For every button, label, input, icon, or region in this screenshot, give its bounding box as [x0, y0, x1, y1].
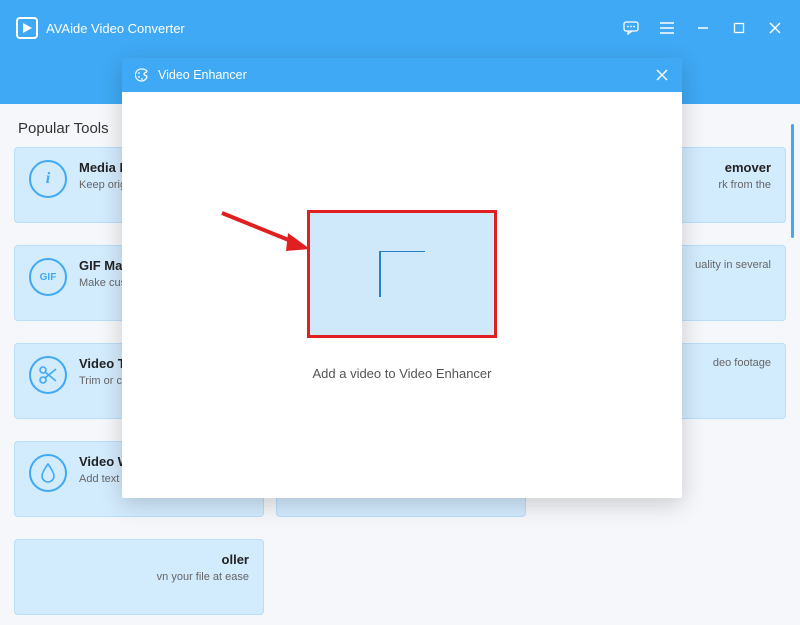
window-controls [622, 19, 784, 37]
app-header: AVAide Video Converter [0, 0, 800, 56]
plus-icon [379, 251, 425, 297]
close-button[interactable] [766, 19, 784, 37]
feedback-icon[interactable] [622, 19, 640, 37]
scrollbar-thumb[interactable] [791, 124, 794, 238]
tool-desc: vn your file at ease [29, 570, 249, 584]
scissors-icon [29, 356, 67, 394]
video-enhancer-modal: Video Enhancer Add a video to Video Enha… [122, 58, 682, 498]
palette-icon [134, 67, 150, 83]
modal-close-button[interactable] [654, 67, 670, 83]
maximize-button[interactable] [730, 19, 748, 37]
info-icon: i [29, 160, 67, 198]
add-video-dropzone[interactable] [307, 210, 497, 338]
gif-icon: GIF [29, 258, 67, 296]
modal-body: Add a video to Video Enhancer [122, 92, 682, 498]
drop-icon [29, 454, 67, 492]
tool-card[interactable]: oller vn your file at ease [14, 539, 264, 615]
tool-title: oller [29, 552, 249, 567]
minimize-button[interactable] [694, 19, 712, 37]
modal-header: Video Enhancer [122, 58, 682, 92]
modal-title: Video Enhancer [158, 68, 247, 82]
logo-icon [16, 17, 38, 39]
dropzone-label: Add a video to Video Enhancer [312, 366, 491, 381]
menu-icon[interactable] [658, 19, 676, 37]
app-logo: AVAide Video Converter [16, 17, 185, 39]
app-title: AVAide Video Converter [46, 21, 185, 36]
